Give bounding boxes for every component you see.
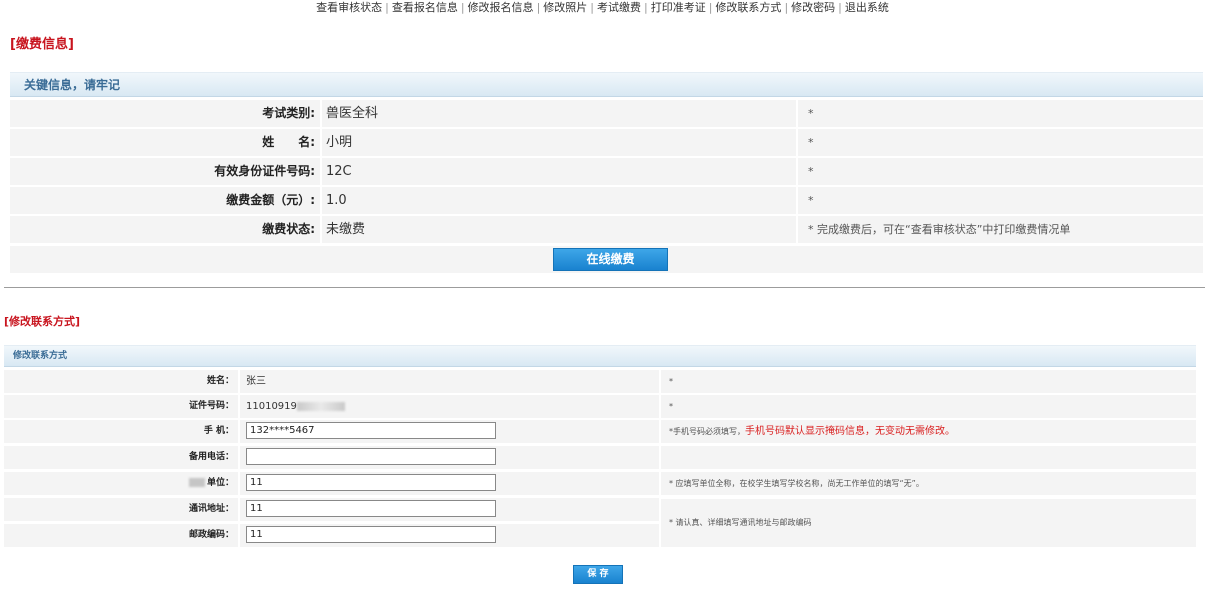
payment-row-amount: 缴费金额（元）: 1.0 * — [10, 187, 1203, 214]
nav-edit-registration[interactable]: 修改报名信息 — [468, 1, 534, 14]
contact-row-postcode: 邮政编码： — [4, 524, 659, 547]
employer-note: * 应填写单位全称，在校学生填写学校名称，尚无工作单位的填写“无”。 — [661, 472, 1196, 495]
contact-panel-header: 修改联系方式 — [4, 345, 1196, 367]
employer-input[interactable] — [246, 474, 496, 491]
address-postcode-note: * 请认真、详细填写通讯地址与邮政编码 — [661, 499, 1196, 547]
field-value-container — [240, 472, 659, 495]
payment-section-title: [缴费信息] — [10, 37, 74, 52]
field-value-container — [240, 524, 659, 547]
nav-separator: | — [460, 1, 465, 14]
field-label: 证件号码： — [4, 395, 238, 418]
field-label: 通讯地址： — [4, 498, 238, 521]
field-label: 姓 名: — [10, 129, 320, 156]
nav-separator: | — [536, 1, 541, 14]
field-value: 12C — [322, 158, 796, 185]
nav-view-registration[interactable]: 查看报名信息 — [392, 1, 458, 14]
field-label: 手 机： — [4, 420, 238, 443]
required-note: * — [661, 370, 1196, 393]
nav-change-password[interactable]: 修改密码 — [791, 1, 835, 14]
nav-edit-contact[interactable]: 修改联系方式 — [715, 1, 781, 14]
payment-button-row: 在线缴费 — [10, 246, 1203, 273]
contact-row-mobile: 手 机： *手机号码必须填写，手机号码默认显示掩码信息，无变动无需修改。 — [4, 420, 1196, 443]
payment-row-status: 缴费状态: 未缴费 * 完成缴费后，可在“查看审核状态”中打印缴费情况单 — [10, 216, 1203, 243]
mobile-note-warning: 手机号码默认显示掩码信息，无变动无需修改。 — [745, 426, 955, 437]
mobile-input[interactable] — [246, 422, 496, 439]
field-label: 缴费金额（元）: — [10, 187, 320, 214]
field-value-container — [240, 446, 659, 469]
online-payment-button[interactable]: 在线缴费 — [553, 248, 668, 271]
section-divider — [4, 287, 1205, 288]
field-label-container: 单位： — [4, 472, 238, 495]
field-value: 兽医全科 — [322, 100, 796, 127]
required-note: * — [798, 158, 1203, 185]
field-label: 考试类别: — [10, 100, 320, 127]
field-value: 1.0 — [322, 187, 796, 214]
contact-row-employer: 单位： * 应填写单位全称，在校学生填写学校名称，尚无工作单位的填写“无”。 — [4, 472, 1196, 495]
payment-row-id-number: 有效身份证件号码: 12C * — [10, 158, 1203, 185]
id-number-value: 11010919 — [246, 401, 297, 412]
required-note: * — [798, 129, 1203, 156]
field-label: 有效身份证件号码: — [10, 158, 320, 185]
nav-exam-payment[interactable]: 考试缴费 — [597, 1, 641, 14]
contact-row-name: 姓名： 张三 * — [4, 370, 1196, 393]
field-value: 张三 — [240, 370, 659, 393]
empty-note — [661, 446, 1196, 469]
payment-status-value: 未缴费 — [322, 216, 796, 243]
postcode-input[interactable] — [246, 526, 496, 543]
nav-separator: | — [644, 1, 648, 14]
payment-row-exam-category: 考试类别: 兽医全科 * — [10, 100, 1203, 127]
nav-logout[interactable]: 退出系统 — [845, 1, 889, 14]
field-label: 缴费状态: — [10, 216, 320, 243]
field-label: 姓名： — [4, 370, 238, 393]
field-label: 单位： — [206, 478, 234, 488]
nav-separator: | — [590, 1, 594, 14]
nav-separator: | — [385, 1, 389, 14]
field-value-container: 11010919 — [240, 395, 659, 418]
field-value: 小明 — [322, 129, 796, 156]
required-note: * — [661, 395, 1196, 418]
masked-region — [188, 478, 205, 487]
nav-print-admission[interactable]: 打印准考证 — [651, 1, 706, 14]
nav-edit-photo[interactable]: 修改照片 — [543, 1, 587, 14]
backup-phone-input[interactable] — [246, 448, 496, 465]
address-input[interactable] — [246, 500, 496, 517]
contact-row-backup-phone: 备用电话： — [4, 446, 1196, 469]
mobile-note-prefix: *手机号码必须填写， — [669, 427, 745, 436]
nav-separator: | — [784, 1, 789, 14]
contact-row-address: 通讯地址： — [4, 498, 659, 521]
field-label: 邮政编码： — [4, 524, 238, 547]
payment-row-name: 姓 名: 小明 * — [10, 129, 1203, 156]
required-note: * — [798, 100, 1203, 127]
contact-row-id-number: 证件号码： 11010919 * — [4, 395, 1196, 418]
masked-region — [296, 401, 345, 411]
payment-panel-header: 关键信息，请牢记 — [10, 72, 1203, 97]
field-label: 备用电话： — [4, 446, 238, 469]
nav-review-status[interactable]: 查看审核状态 — [316, 1, 382, 14]
nav-separator: | — [708, 1, 713, 14]
nav-separator: | — [838, 1, 842, 14]
mobile-note: *手机号码必须填写，手机号码默认显示掩码信息，无变动无需修改。 — [661, 420, 1196, 443]
payment-status-note: * 完成缴费后，可在“查看审核状态”中打印缴费情况单 — [798, 216, 1203, 243]
field-value-container — [240, 498, 659, 521]
top-nav: 查看审核状态 | 查看报名信息 | 修改报名信息 | 修改照片 | 考试缴费 | 打印准考证 | 修改联… — [0, 0, 1205, 16]
save-button[interactable]: 保 存 — [573, 565, 623, 584]
contact-section-title: [修改联系方式] — [4, 315, 81, 328]
field-value-container — [240, 420, 659, 443]
required-note: * — [798, 187, 1203, 214]
